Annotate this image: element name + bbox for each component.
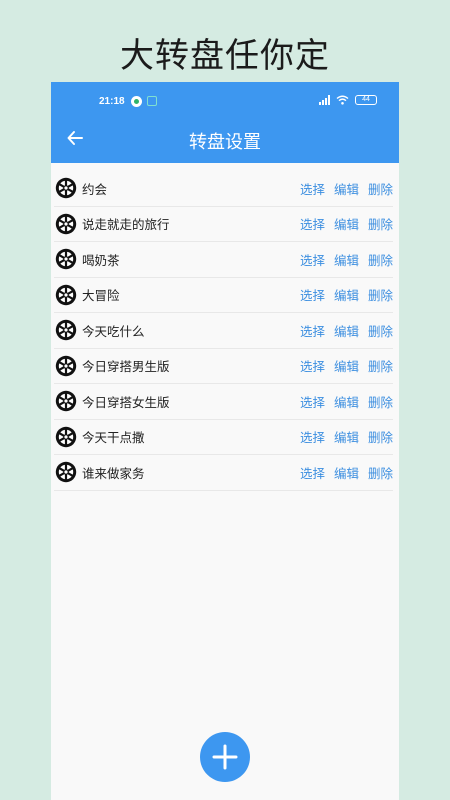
signal-icon [319,95,330,105]
plus-icon [212,744,238,770]
select-button[interactable]: 选择 [300,321,325,340]
delete-button[interactable]: 删除 [368,356,393,375]
wifi-icon [336,95,349,105]
delete-button[interactable]: 删除 [368,285,393,304]
edit-button[interactable]: 编辑 [334,214,359,233]
item-name: 说走就走的旅行 [82,217,170,233]
wheel-icon [55,284,77,306]
item-name: 今天干点撒 [82,430,145,446]
page-title: 转盘设置 [189,132,261,153]
add-button[interactable] [200,732,250,782]
screenshot-notification-icon [147,96,157,106]
item-actions: 选择 编辑 删除 [300,392,393,411]
select-button[interactable]: 选择 [300,463,325,482]
select-button[interactable]: 选择 [300,250,325,269]
status-time: 21:18 [99,96,125,107]
wheel-icon [55,248,77,270]
app-bar: 21:18 44 转盘设置 [51,82,399,163]
list-item: 今日穿搭男生版 选择 编辑 删除 [54,349,393,384]
edit-button[interactable]: 编辑 [334,179,359,198]
wheel-list: 约会 选择 编辑 删除 说走就走的旅行 选择 编辑 删除 喝奶茶 选择 编辑 删… [54,171,393,491]
edit-button[interactable]: 编辑 [334,427,359,446]
item-actions: 选择 编辑 删除 [300,179,393,198]
list-item: 大冒险 选择 编辑 删除 [54,278,393,313]
app-notification-icon [131,96,142,107]
delete-button[interactable]: 删除 [368,214,393,233]
battery-icon: 44 [355,95,377,105]
select-button[interactable]: 选择 [300,427,325,446]
delete-button[interactable]: 删除 [368,463,393,482]
wheel-icon [55,355,77,377]
edit-button[interactable]: 编辑 [334,321,359,340]
item-name: 约会 [82,181,108,197]
select-button[interactable]: 选择 [300,179,325,198]
list-item: 喝奶茶 选择 编辑 删除 [54,242,393,278]
list-item: 今日穿搭女生版 选择 编辑 删除 [54,384,393,420]
wheel-icon [55,213,77,235]
item-actions: 选择 编辑 删除 [300,321,393,340]
edit-button[interactable]: 编辑 [334,392,359,411]
wheel-icon [55,390,77,412]
edit-button[interactable]: 编辑 [334,285,359,304]
wheel-icon [55,177,77,199]
item-actions: 选择 编辑 删除 [300,356,393,375]
list-item: 今天干点撒 选择 编辑 删除 [54,420,393,455]
item-actions: 选择 编辑 删除 [300,427,393,446]
item-name: 今天吃什么 [82,323,145,339]
list-item: 说走就走的旅行 选择 编辑 删除 [54,207,393,242]
select-button[interactable]: 选择 [300,285,325,304]
edit-button[interactable]: 编辑 [334,356,359,375]
item-actions: 选择 编辑 删除 [300,285,393,304]
select-button[interactable]: 选择 [300,214,325,233]
item-actions: 选择 编辑 删除 [300,463,393,482]
item-actions: 选择 编辑 删除 [300,214,393,233]
list-item: 约会 选择 编辑 删除 [54,171,393,207]
wheel-icon [55,426,77,448]
item-name: 大冒险 [82,288,120,304]
select-button[interactable]: 选择 [300,356,325,375]
list-item: 谁来做家务 选择 编辑 删除 [54,455,393,491]
item-name: 谁来做家务 [82,465,145,481]
delete-button[interactable]: 删除 [368,321,393,340]
status-indicators: 44 [319,95,377,105]
banner-title: 大转盘任你定 [120,36,330,76]
delete-button[interactable]: 删除 [368,250,393,269]
wheel-icon [55,319,77,341]
item-name: 喝奶茶 [82,252,120,268]
item-name: 今日穿搭男生版 [82,359,170,375]
item-actions: 选择 编辑 删除 [300,250,393,269]
select-button[interactable]: 选择 [300,392,325,411]
edit-button[interactable]: 编辑 [334,250,359,269]
delete-button[interactable]: 删除 [368,179,393,198]
edit-button[interactable]: 编辑 [334,463,359,482]
item-name: 今日穿搭女生版 [82,394,170,410]
wheel-icon [55,461,77,483]
phone-screen: 21:18 44 转盘设置 约会 选择 编辑 删除 说走就走的旅行 选择 编辑 … [51,82,399,800]
delete-button[interactable]: 删除 [368,392,393,411]
delete-button[interactable]: 删除 [368,427,393,446]
list-item: 今天吃什么 选择 编辑 删除 [54,313,393,349]
